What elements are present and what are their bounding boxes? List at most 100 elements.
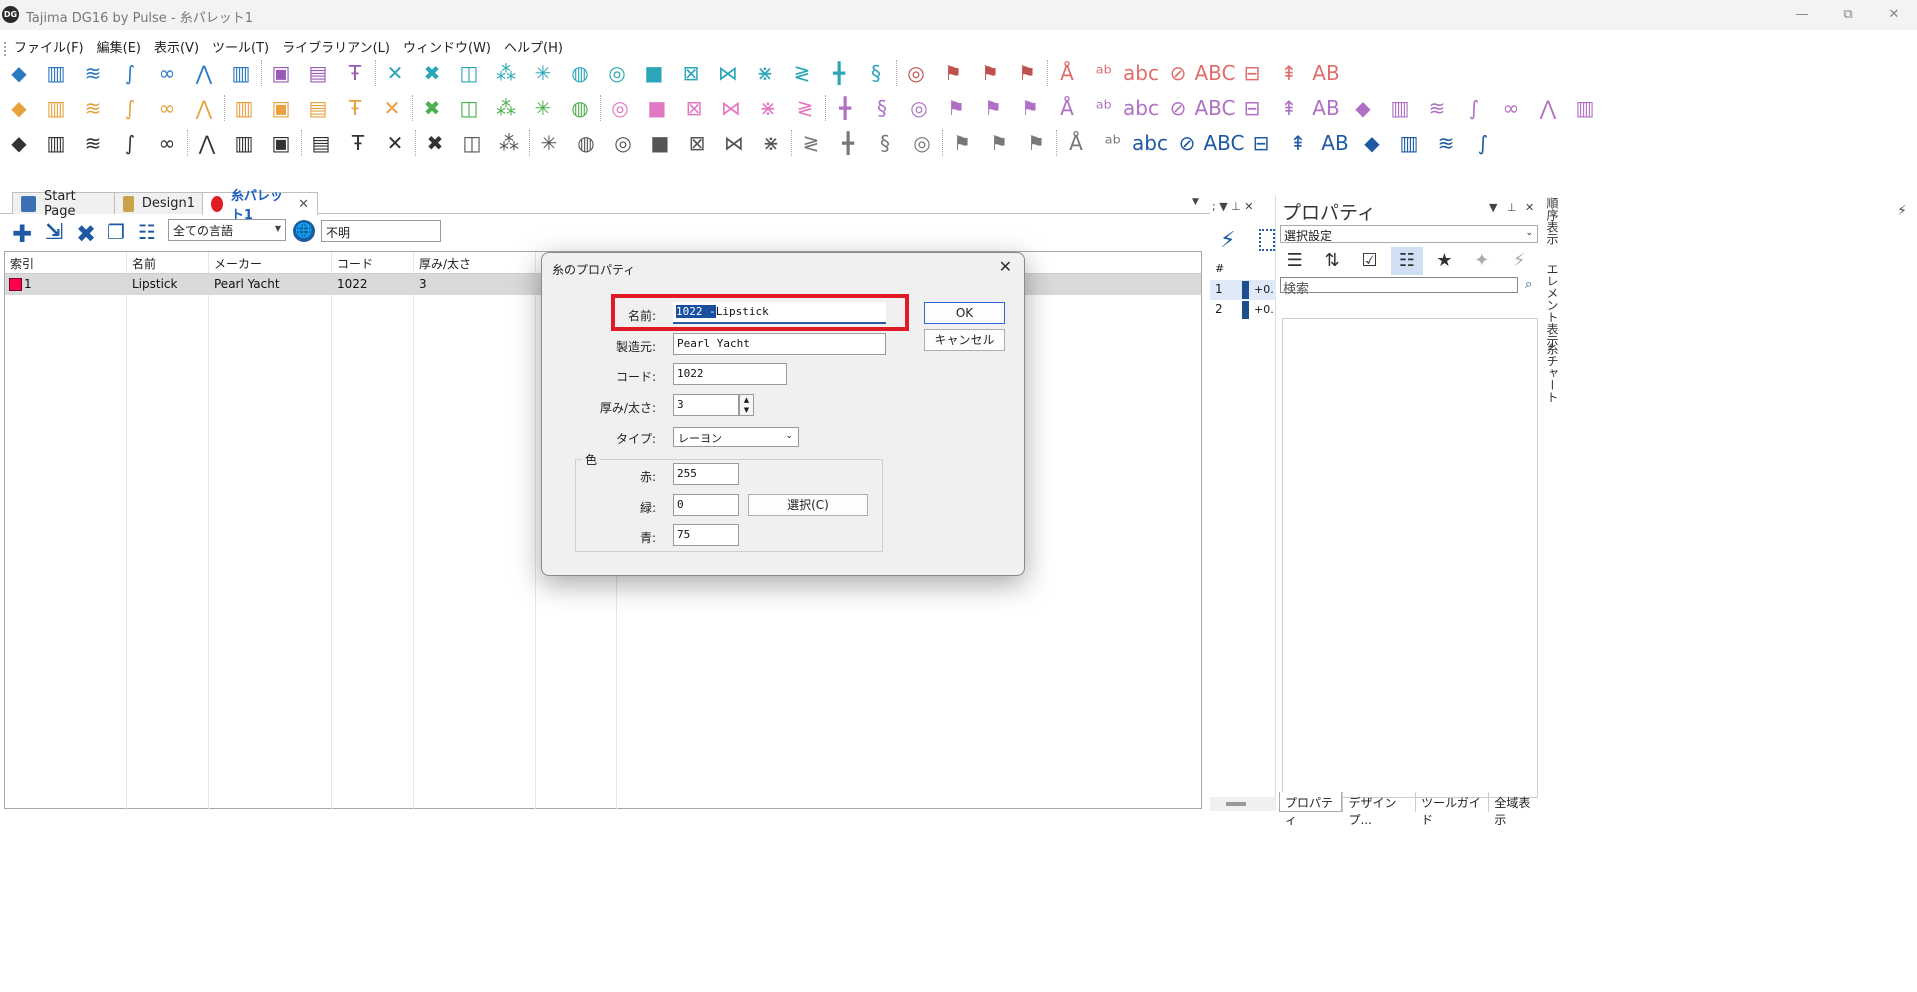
maker-field[interactable]: Pearl Yacht (673, 333, 886, 355)
abc-box-icon[interactable]: ⊟ (1239, 59, 1265, 87)
sel-icon[interactable]: ◎ (607, 94, 633, 122)
pin-icon[interactable]: ⊥ (1507, 201, 1517, 214)
arch-icon[interactable]: ▤ (305, 94, 331, 122)
edit8-icon[interactable]: ABC (1195, 94, 1236, 122)
choose-color-button[interactable]: 選択(C) (748, 494, 868, 516)
zoom-fit-icon[interactable]: ■ (647, 129, 673, 157)
vtab-sequence[interactable]: 順序表示 (1544, 197, 1561, 245)
transform-icon[interactable]: ∫ (117, 94, 143, 122)
screen-icon[interactable]: ⋇ (758, 129, 784, 157)
brush-icon[interactable]: ◫ (459, 129, 485, 157)
abc3-icon[interactable]: ABC (1195, 59, 1236, 87)
ok-button[interactable]: OK (924, 302, 1005, 324)
zoom-1-1-icon[interactable]: ⊠ (684, 129, 710, 157)
blue-field[interactable]: 75 (673, 524, 739, 546)
circle-fill-icon[interactable]: ◍ (567, 59, 593, 87)
machine4-icon[interactable]: ∫ (1470, 129, 1496, 157)
tab-design-properties[interactable]: デザインプ... (1342, 792, 1415, 827)
machine-icon[interactable]: ◆ (1359, 129, 1385, 157)
tab-overview[interactable]: 全域表示 (1488, 792, 1541, 827)
new-icon[interactable]: ◆ (6, 129, 32, 157)
lasso-icon[interactable]: § (869, 94, 895, 122)
zoom-out-icon[interactable]: ◎ (610, 129, 636, 157)
edit14-icon[interactable]: ≋ (1424, 94, 1450, 122)
green-field[interactable]: 0 (673, 494, 739, 516)
square-cross-icon[interactable]: ⊠ (678, 59, 704, 87)
star-icon[interactable]: ✳ (530, 59, 556, 87)
lightning-icon[interactable]: ⚡ (1220, 228, 1235, 253)
point-icon[interactable]: ≋ (80, 94, 106, 122)
cut-icon[interactable]: ⋀ (194, 129, 220, 157)
header-name[interactable]: 名前 (132, 255, 156, 272)
s-curve-icon[interactable]: § (863, 59, 889, 87)
edit3-icon[interactable]: ⚑ (1017, 94, 1043, 122)
tabs-dropdown-icon[interactable]: ▼ (1192, 197, 1199, 207)
list-b-icon[interactable]: ☷ (1391, 247, 1423, 275)
lightning-icon[interactable]: ⚡ (1504, 247, 1535, 275)
flag-icon[interactable]: ⚑ (940, 59, 966, 87)
cross-icon[interactable]: ✕ (382, 59, 408, 87)
node2-icon[interactable]: ◫ (456, 94, 482, 122)
crosshatch-icon[interactable]: ✖ (419, 59, 445, 87)
abc-icon[interactable]: ᵃᵇ (1091, 59, 1117, 87)
panel-menu-icon[interactable]: ; ▼ ⊥ ✕ (1212, 200, 1253, 213)
import-icon[interactable]: ⇲ (45, 220, 63, 245)
close-window-button[interactable]: ✕ (1871, 0, 1917, 30)
abc2-icon[interactable]: abc (1123, 59, 1159, 87)
type-select[interactable]: レーヨン ⌄ (673, 427, 799, 447)
delete-icon[interactable]: ✖ (76, 220, 96, 248)
refresh-icon[interactable]: ⚑ (1023, 129, 1049, 157)
group-icon[interactable]: ▥ (231, 94, 257, 122)
edit-icon[interactable]: ◎ (909, 129, 935, 157)
tab-thread-palette[interactable]: 糸パレット1 ✕ (202, 189, 318, 223)
triangle-icon[interactable]: ▣ (268, 94, 294, 122)
join3-icon[interactable]: ◍ (567, 94, 593, 122)
edit9-icon[interactable]: ⊟ (1239, 94, 1265, 122)
ab-icon[interactable]: AB (1312, 59, 1339, 87)
paste-icon[interactable]: ▣ (268, 129, 294, 157)
tab-start-page[interactable]: Start Page (12, 189, 116, 219)
edit18-icon[interactable]: ▥ (1572, 94, 1598, 122)
restore-button[interactable]: ⧉ (1825, 0, 1871, 30)
machine3-icon[interactable]: ≋ (1433, 129, 1459, 157)
target-icon[interactable]: ◎ (903, 59, 929, 87)
name-field[interactable]: 1022 -Lipstick (673, 302, 886, 324)
running-icon[interactable]: ∫ (117, 59, 143, 87)
edit2-icon[interactable]: ⚑ (980, 94, 1006, 122)
stitch-icon[interactable]: ᵃᵇ (1100, 129, 1126, 157)
ellipse-icon[interactable]: § (872, 129, 898, 157)
print-icon[interactable]: ▤ (308, 129, 334, 157)
tri2-icon[interactable]: ✕ (379, 94, 405, 122)
panel-dropdown-icon[interactable]: ▼ (1489, 201, 1497, 214)
weight-field[interactable]: 3 (673, 394, 739, 416)
knife-icon[interactable]: ◎ (906, 94, 932, 122)
edit15-icon[interactable]: ∫ (1461, 94, 1487, 122)
face-icon[interactable]: AB (1321, 129, 1348, 157)
header-index[interactable]: 索引 (10, 255, 34, 272)
edit12-icon[interactable]: ◆ (1350, 94, 1376, 122)
header-weight[interactable]: 厚み/太さ (419, 255, 471, 272)
node-icon[interactable]: ✖ (419, 94, 445, 122)
warp3-icon[interactable]: ≷ (792, 94, 818, 122)
cancel-button[interactable]: キャンセル (924, 329, 1005, 351)
circles-icon[interactable]: Ŧ (342, 94, 368, 122)
zoom-icon[interactable]: ✳ (536, 129, 562, 157)
rotate-icon[interactable]: ∞ (154, 94, 180, 122)
flag2-icon[interactable]: ⚑ (977, 59, 1003, 87)
edit13-icon[interactable]: ▥ (1387, 94, 1413, 122)
weight-stepper[interactable]: ▲ ▼ (739, 394, 754, 416)
lightning-icon[interactable]: ⚡ (1893, 203, 1911, 221)
warp2-icon[interactable]: ⋇ (755, 94, 781, 122)
traffic-light-icon[interactable]: abc (1132, 129, 1168, 157)
machine2-icon[interactable]: ▥ (1396, 129, 1422, 157)
edit6-icon[interactable]: abc (1123, 94, 1159, 122)
brush2-icon[interactable]: ⁂ (496, 129, 522, 157)
zoom-in-icon[interactable]: ◍ (573, 129, 599, 157)
letter-a-icon[interactable]: Å (1054, 59, 1080, 87)
selection-select[interactable]: 選択設定 ⌄ (1280, 225, 1538, 243)
sort-az-icon[interactable]: ⇅ (1316, 247, 1347, 275)
net2-icon[interactable]: ⋇ (752, 59, 778, 87)
spiral-icon[interactable]: ◎ (604, 59, 630, 87)
code-field[interactable]: 1022 (673, 363, 787, 385)
rectangle-icon[interactable]: ╋ (835, 129, 861, 157)
